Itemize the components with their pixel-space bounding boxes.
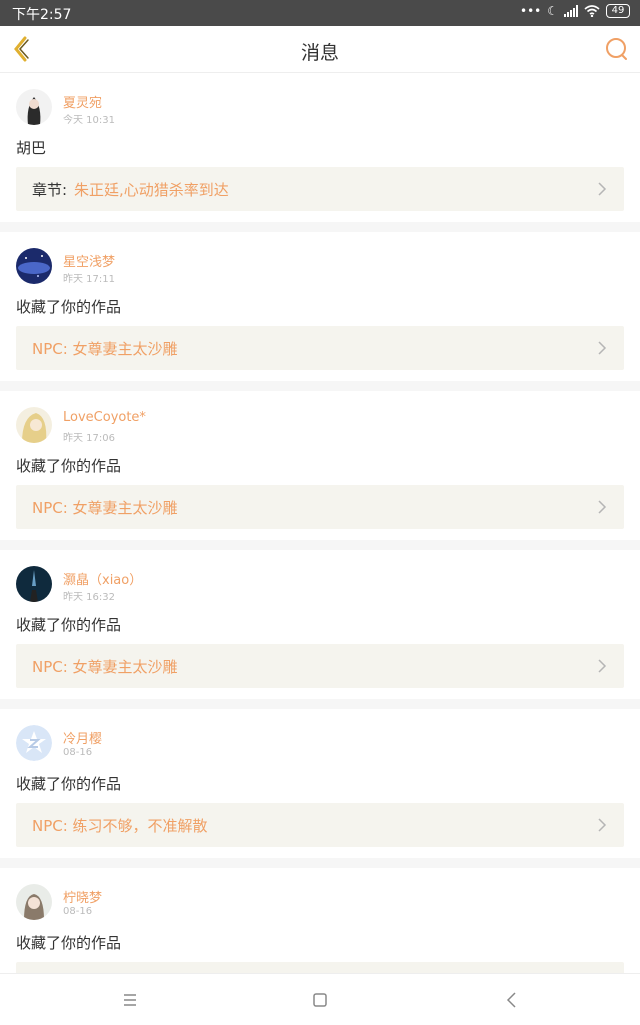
avatar[interactable] xyxy=(16,248,52,284)
chevron-right-icon xyxy=(598,659,607,673)
username[interactable]: 夏灵宛 xyxy=(63,92,102,111)
work-link[interactable]: NPC: 女尊妻主太沙雕 xyxy=(16,644,624,688)
timestamp: 昨天 17:11 xyxy=(63,274,115,285)
menu-icon xyxy=(124,994,136,1006)
message-text: 收藏了你的作品 xyxy=(16,775,122,793)
message-item: LoveCoyote* 昨天 17:06 收藏了你的作品 NPC: 女尊妻主太沙… xyxy=(0,391,640,540)
more-dots-icon: ••• xyxy=(520,4,542,18)
search-icon xyxy=(606,38,627,60)
work-link-title: NPC: 女尊妻主太沙雕 xyxy=(32,499,178,517)
avatar[interactable] xyxy=(16,884,52,920)
work-link[interactable]: 章节: 朱正廷,心动猎杀率到达 xyxy=(16,167,624,211)
chevron-right-icon xyxy=(598,341,607,355)
work-link-title: NPC: 练习不够，不准解散 xyxy=(32,817,208,835)
timestamp: 昨天 17:06 xyxy=(63,433,115,444)
home-button[interactable] xyxy=(308,988,332,1012)
avatar[interactable] xyxy=(16,89,52,125)
search-button[interactable] xyxy=(602,34,632,64)
default-avatar-icon xyxy=(16,725,52,761)
chevron-right-icon xyxy=(598,818,607,832)
message-list: 夏灵宛 今天 10:31 胡巴 章节: 朱正廷,心动猎杀率到达 星空浅梦 昨天 … xyxy=(0,73,640,1017)
timestamp: 昨天 16:32 xyxy=(63,592,115,603)
username[interactable]: LoveCoyote* xyxy=(63,410,146,425)
work-link[interactable]: NPC: 女尊妻主太沙雕 xyxy=(16,485,624,529)
username[interactable]: 冷月樱 xyxy=(63,728,102,747)
chevron-right-icon xyxy=(598,500,607,514)
timestamp: 今天 10:31 xyxy=(63,115,115,126)
message-text: 收藏了你的作品 xyxy=(16,616,122,634)
separator xyxy=(0,540,640,550)
chevron-right-icon xyxy=(598,182,607,196)
message-text: 收藏了你的作品 xyxy=(16,298,122,316)
battery-indicator: 49 xyxy=(606,4,630,18)
work-link-title: 朱正廷,心动猎杀率到达 xyxy=(74,181,229,199)
work-link[interactable]: NPC: 练习不够，不准解散 xyxy=(16,803,624,847)
separator xyxy=(0,381,640,391)
wifi-icon xyxy=(584,5,600,17)
timestamp: 08-16 xyxy=(63,747,93,758)
username[interactable]: 柠晓梦 xyxy=(63,887,102,906)
menu-button[interactable] xyxy=(118,988,142,1012)
separator xyxy=(0,858,640,868)
status-time: 下午2:57 xyxy=(12,7,72,23)
separator xyxy=(0,222,640,232)
home-square-icon xyxy=(313,993,327,1007)
page-title: 消息 xyxy=(300,42,339,64)
signal-icon xyxy=(564,5,578,17)
message-item: 冷月樱 08-16 收藏了你的作品 NPC: 练习不够，不准解散 xyxy=(0,709,640,858)
nav-back-button[interactable] xyxy=(500,988,524,1012)
work-link-title: NPC: 女尊妻主太沙雕 xyxy=(32,658,178,676)
avatar[interactable] xyxy=(16,566,52,602)
avatar[interactable] xyxy=(16,725,52,761)
header: 消息 xyxy=(0,26,640,73)
separator xyxy=(0,699,640,709)
work-link[interactable]: NPC: 女尊妻主太沙雕 xyxy=(16,326,624,370)
message-item: 夏灵宛 今天 10:31 胡巴 章节: 朱正廷,心动猎杀率到达 xyxy=(0,73,640,222)
nav-back-icon xyxy=(506,992,516,1008)
status-icons: ••• ☾ 49 xyxy=(520,4,630,18)
message-item: 星空浅梦 昨天 17:11 收藏了你的作品 NPC: 女尊妻主太沙雕 xyxy=(0,232,640,381)
message-text: 收藏了你的作品 xyxy=(16,934,122,952)
message-item: 灏皛（xiao） 昨天 16:32 收藏了你的作品 NPC: 女尊妻主太沙雕 xyxy=(0,550,640,699)
status-bar: 下午2:57 ••• ☾ 49 xyxy=(0,0,640,26)
work-link-title: NPC: 女尊妻主太沙雕 xyxy=(32,340,178,358)
work-link-prefix: 章节: xyxy=(32,181,68,199)
message-text: 收藏了你的作品 xyxy=(16,457,122,475)
avatar[interactable] xyxy=(16,407,52,443)
timestamp: 08-16 xyxy=(63,906,93,917)
moon-icon: ☾ xyxy=(547,4,558,18)
message-text: 胡巴 xyxy=(16,139,47,157)
username[interactable]: 星空浅梦 xyxy=(63,251,115,270)
username[interactable]: 灏皛（xiao） xyxy=(63,569,142,588)
system-nav-bar xyxy=(0,973,640,1025)
